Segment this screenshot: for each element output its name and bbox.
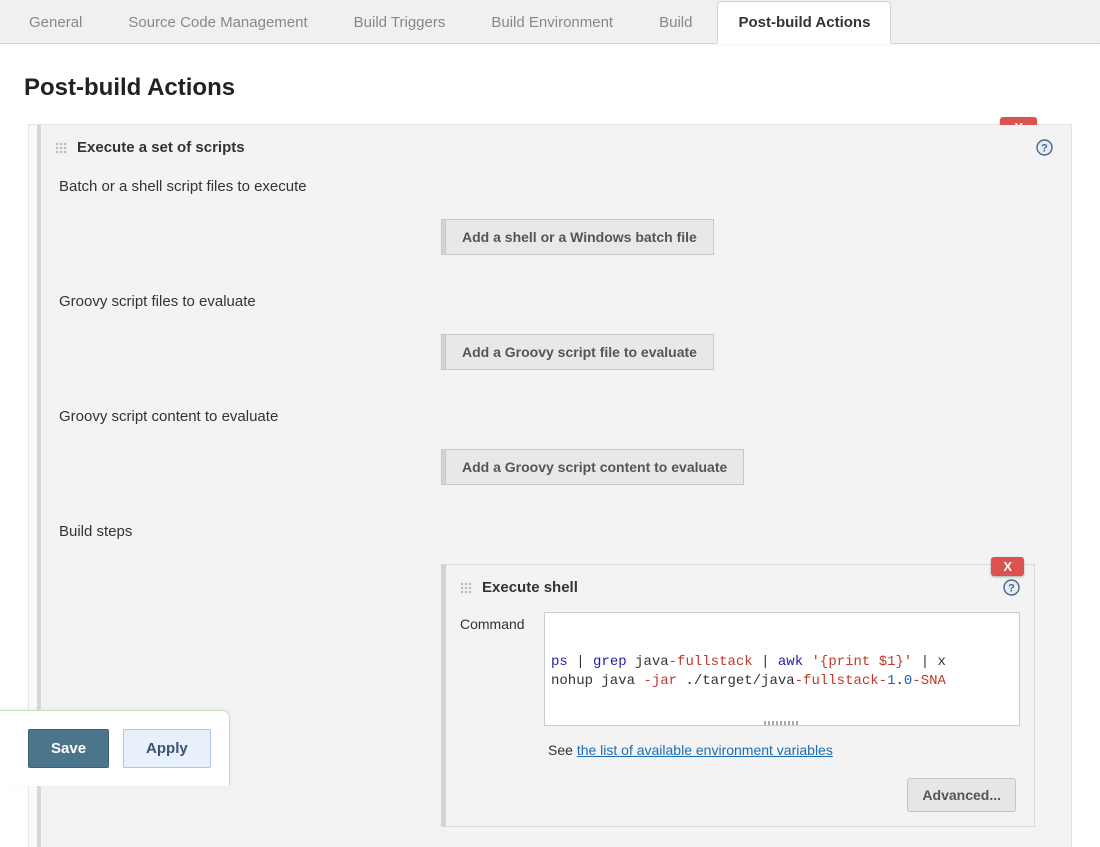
- apply-button[interactable]: Apply: [123, 729, 211, 768]
- help-icon[interactable]: ?: [1003, 579, 1020, 596]
- groovy-content-label: Groovy script content to evaluate: [59, 408, 278, 425]
- config-tabs: GeneralSource Code ManagementBuild Trigg…: [0, 0, 1100, 44]
- tab-build-triggers[interactable]: Build Triggers: [333, 1, 467, 44]
- tab-build[interactable]: Build: [638, 1, 713, 44]
- advanced-button[interactable]: Advanced...: [907, 778, 1016, 812]
- tab-source-code-management[interactable]: Source Code Management: [107, 1, 328, 44]
- env-vars-hint: See the list of available environment va…: [548, 742, 1020, 758]
- drag-handle-icon[interactable]: [460, 582, 472, 594]
- svg-text:?: ?: [1041, 143, 1048, 155]
- build-steps-label: Build steps: [59, 523, 132, 540]
- save-button[interactable]: Save: [28, 729, 109, 768]
- resize-handle-icon[interactable]: [764, 721, 800, 725]
- delete-step-button[interactable]: X: [991, 557, 1024, 576]
- svg-text:?: ?: [1008, 583, 1015, 595]
- step-title: Execute shell: [482, 579, 578, 596]
- env-vars-link[interactable]: the list of available environment variab…: [577, 742, 833, 758]
- tab-general[interactable]: General: [8, 1, 103, 44]
- tab-post-build-actions[interactable]: Post-build Actions: [717, 1, 891, 44]
- page-title: Post-build Actions: [24, 74, 1076, 102]
- save-bar: Save Apply: [0, 710, 230, 786]
- drag-handle-icon[interactable]: [55, 142, 67, 154]
- groovy-files-label: Groovy script files to evaluate: [59, 293, 256, 310]
- build-step-execute-shell: X Execute shell ? Command ps | grep java…: [441, 564, 1035, 827]
- block-title: Execute a set of scripts: [77, 139, 245, 156]
- command-input[interactable]: ps | grep java-fullstack | awk '{print $…: [544, 612, 1020, 726]
- add-groovy-content-button[interactable]: Add a Groovy script content to evaluate: [446, 449, 744, 485]
- command-label: Command: [460, 612, 532, 726]
- batch-label: Batch or a shell script files to execute: [59, 178, 307, 195]
- add-batch-button[interactable]: Add a shell or a Windows batch file: [446, 219, 714, 255]
- add-groovy-file-button[interactable]: Add a Groovy script file to evaluate: [446, 334, 714, 370]
- help-icon[interactable]: ?: [1036, 139, 1053, 156]
- tab-build-environment[interactable]: Build Environment: [470, 1, 634, 44]
